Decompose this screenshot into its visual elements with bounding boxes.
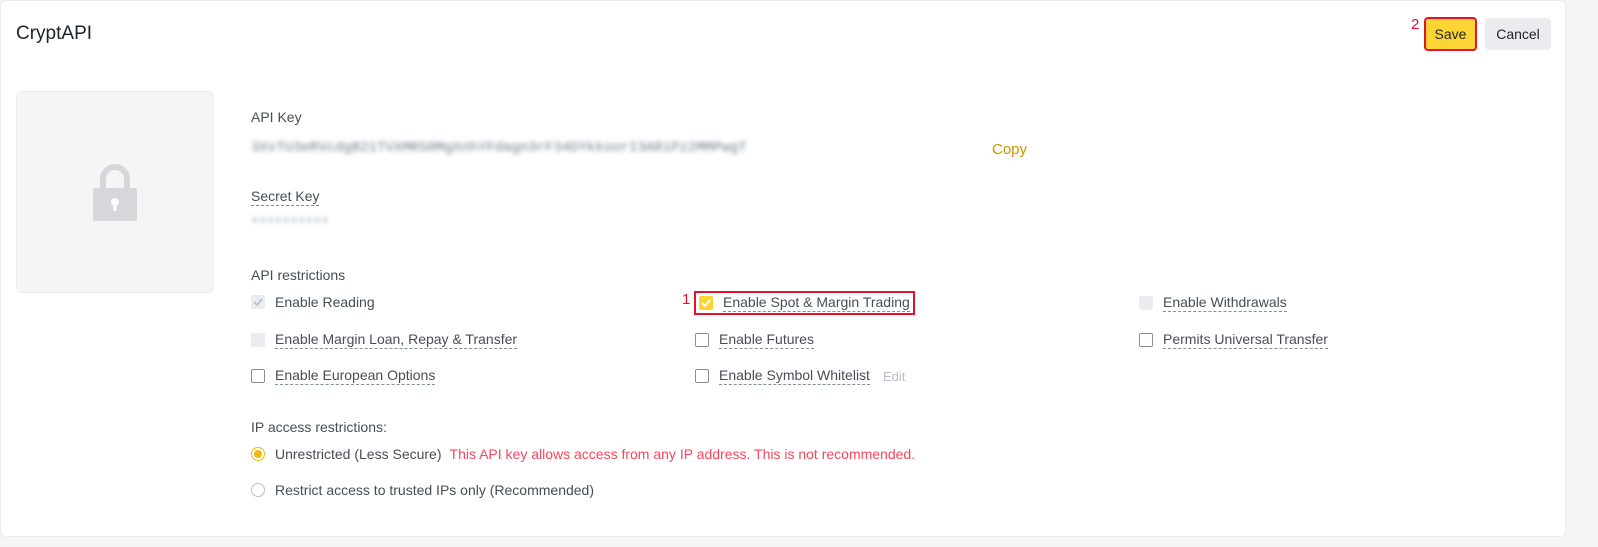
step-annotation-2: 2 <box>1411 16 1420 33</box>
copy-api-key-button[interactable]: Copy <box>992 141 1027 158</box>
radio-label: Unrestricted (Less Secure) <box>275 446 442 462</box>
checkbox[interactable] <box>695 369 709 383</box>
ip-warning-text: This API key allows access from any IP a… <box>449 446 916 462</box>
ip-restrictions-label: IP access restrictions: <box>251 419 387 435</box>
save-button[interactable]: Save <box>1424 17 1477 51</box>
radio-restrict-trusted-ips[interactable]: Restrict access to trusted IPs only (Rec… <box>251 482 594 498</box>
checkmark-icon <box>701 299 711 307</box>
checkbox[interactable] <box>695 333 709 347</box>
secret-key-value: ********** <box>251 216 330 231</box>
api-key-value: 3XsTU3eRVcdgB21TVXMRS0MgXnhYFdagn3rF34DY… <box>251 140 747 156</box>
option-enable-reading[interactable]: Enable Reading <box>251 294 375 310</box>
option-label: Permits Universal Transfer <box>1163 331 1328 349</box>
option-permits-universal-transfer[interactable]: Permits Universal Transfer <box>1139 331 1328 349</box>
option-enable-european-options[interactable]: Enable European Options <box>251 367 436 385</box>
radio-label: Restrict access to trusted IPs only (Rec… <box>275 482 595 498</box>
checkbox[interactable] <box>1139 296 1153 310</box>
checkmark-icon <box>253 298 263 306</box>
checkbox[interactable] <box>699 296 713 310</box>
api-key-name: CryptAPI <box>16 23 93 44</box>
checkbox[interactable] <box>1139 333 1153 347</box>
api-restrictions-label: API restrictions <box>251 267 346 283</box>
api-key-card: CryptAPI 2 Save Cancel API Key 3XsTU3eRV… <box>0 0 1566 537</box>
radio-button[interactable] <box>251 447 265 461</box>
option-enable-margin-loan[interactable]: Enable Margin Loan, Repay & Transfer <box>251 331 518 349</box>
option-label: Enable Symbol Whitelist <box>719 367 870 385</box>
secret-key-label-wrap: Secret Key <box>251 188 320 206</box>
option-label: Enable Reading <box>275 294 375 310</box>
lock-icon <box>93 164 137 221</box>
api-thumbnail <box>16 91 214 293</box>
checkbox[interactable] <box>251 295 265 309</box>
radio-button[interactable] <box>251 483 265 497</box>
option-label: Enable Spot & Margin Trading <box>723 294 910 312</box>
checkbox[interactable] <box>251 333 265 347</box>
option-enable-symbol-whitelist[interactable]: Enable Symbol Whitelist Edit <box>695 367 905 385</box>
option-enable-withdrawals[interactable]: Enable Withdrawals <box>1139 294 1287 312</box>
checkbox[interactable] <box>251 369 265 383</box>
option-label: Enable European Options <box>275 367 436 385</box>
option-label: Enable Futures <box>719 331 814 349</box>
option-label: Enable Withdrawals <box>1163 294 1287 312</box>
cancel-button[interactable]: Cancel <box>1485 18 1551 50</box>
edit-whitelist-link[interactable]: Edit <box>883 369 905 384</box>
secret-key-label: Secret Key <box>251 188 320 206</box>
radio-unrestricted[interactable]: Unrestricted (Less Secure) This API key … <box>251 446 915 462</box>
step-annotation-1: 1 <box>682 291 691 308</box>
option-enable-spot-margin-trading[interactable]: Enable Spot & Margin Trading <box>694 291 915 315</box>
option-enable-futures[interactable]: Enable Futures <box>695 331 814 349</box>
api-key-label: API Key <box>251 109 302 125</box>
option-label: Enable Margin Loan, Repay & Transfer <box>275 331 518 349</box>
